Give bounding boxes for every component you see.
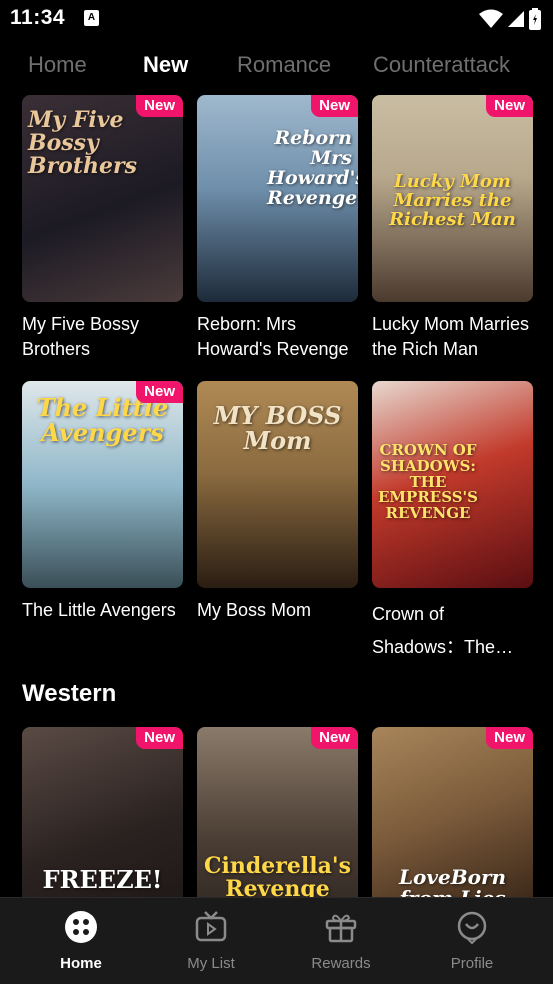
nav-my-list[interactable]: My List: [142, 898, 280, 984]
bottom-nav: Home My List Rewards Profile: [0, 897, 553, 984]
new-badge: New: [136, 381, 183, 403]
home-dots-icon: [65, 911, 97, 943]
drama-title[interactable]: My Five Bossy Brothers: [22, 312, 183, 362]
drama-card[interactable]: Reborn Mrs Howard's Revenge New Reborn: …: [197, 95, 358, 362]
drama-title[interactable]: Lucky Mom Marries the Rich Man: [372, 312, 533, 362]
notification-app-icon: A: [84, 10, 99, 26]
nav-rewards[interactable]: Rewards: [272, 898, 410, 984]
tab-home[interactable]: Home: [28, 52, 87, 78]
drama-poster[interactable]: Lucky Mom Marries the Richest Man New: [372, 95, 533, 302]
gift-icon: [325, 914, 357, 943]
drama-poster[interactable]: MY BOSS Mom: [197, 381, 358, 588]
new-badge: New: [136, 727, 183, 749]
signal-icon: [508, 11, 524, 27]
poster-title-text: Cinderella's Revenge: [204, 853, 351, 903]
poster-title-text: MY BOSS Mom: [213, 401, 342, 456]
drama-card[interactable]: CROWN OF SHADOWS: THE EMPRESS'S REVENGE …: [372, 381, 533, 664]
tv-icon: [195, 911, 227, 942]
wifi-icon: [479, 9, 503, 28]
poster-title-text: Reborn Mrs Howard's Revenge: [267, 127, 358, 209]
nav-rewards-label: Rewards: [311, 955, 371, 972]
new-badge: New: [311, 95, 358, 117]
new-badge: New: [136, 95, 183, 117]
tab-romance[interactable]: Romance: [237, 52, 331, 78]
drama-poster[interactable]: Reborn Mrs Howard's Revenge New: [197, 95, 358, 302]
new-badge: New: [486, 727, 533, 749]
battery-icon: [529, 8, 541, 30]
tab-new[interactable]: New: [143, 52, 188, 78]
drama-card[interactable]: Lucky Mom Marries the Richest Man New Lu…: [372, 95, 533, 362]
status-bar: 11:34 A: [0, 0, 553, 38]
nav-home-label: Home: [60, 955, 102, 972]
poster-title-text: FREEZE!: [42, 865, 163, 894]
poster-title-text: My Five Bossy Brothers: [28, 107, 137, 180]
drama-card[interactable]: MY BOSS Mom My Boss Mom: [197, 381, 358, 623]
drama-card[interactable]: My Five Bossy Brothers New My Five Bossy…: [22, 95, 183, 362]
drama-poster[interactable]: My Five Bossy Brothers New: [22, 95, 183, 302]
nav-my-list-label: My List: [187, 955, 235, 972]
drama-poster[interactable]: CROWN OF SHADOWS: THE EMPRESS'S REVENGE: [372, 381, 533, 588]
nav-home[interactable]: Home: [12, 898, 150, 984]
drama-title[interactable]: My Boss Mom: [197, 598, 358, 623]
drama-title[interactable]: Crown of Shadows：The Empress's Revenge: [372, 598, 533, 664]
status-icons: [479, 8, 541, 30]
category-tabs: Home New Romance Counterattack: [0, 48, 553, 88]
new-badge: New: [311, 727, 358, 749]
poster-title-text: Lucky Mom Marries the Richest Man: [389, 171, 516, 230]
section-heading-western: Western: [22, 680, 117, 707]
drama-card[interactable]: The Little Avengers New The Little Aveng…: [22, 381, 183, 623]
drama-title[interactable]: The Little Avengers: [22, 598, 183, 623]
status-time: 11:34: [10, 6, 66, 29]
drama-poster[interactable]: The Little Avengers New: [22, 381, 183, 588]
drama-title[interactable]: Reborn: Mrs Howard's Revenge: [197, 312, 358, 362]
poster-title-text: CROWN OF SHADOWS: THE EMPRESS'S REVENGE: [378, 441, 478, 522]
new-badge: New: [486, 95, 533, 117]
nav-profile-label: Profile: [450, 955, 494, 972]
tab-counterattack[interactable]: Counterattack: [373, 52, 510, 78]
nav-profile[interactable]: Profile: [403, 898, 541, 984]
profile-face-icon: [457, 911, 487, 944]
